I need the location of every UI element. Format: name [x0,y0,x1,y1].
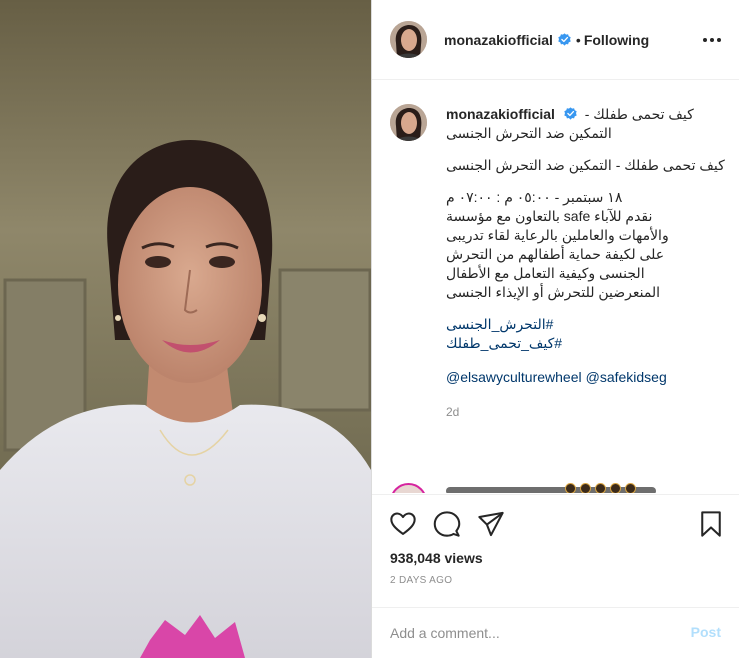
bookmark-icon[interactable] [697,510,725,538]
emoji-icon [565,483,576,493]
hashtags: #التحرش_الجنسى #كيف_تحمى_طفلك [446,315,725,353]
verified-badge-icon [564,107,577,120]
caption-first-line: monazakiofficial كيف تحمى طفلك - [446,104,725,124]
caption-avatar[interactable] [390,104,427,141]
emoji-icon [580,483,591,493]
action-icon-row [389,510,505,538]
avatar-image [390,21,427,58]
more-dot [717,38,721,42]
post-actions: 938,048 views 2 DAYS AGO Post [372,494,739,658]
emoji-icon [595,483,606,493]
instagram-post-modal: monazakiofficial • Following monazakioff… [0,0,739,658]
comment-preview [390,483,720,493]
emoji-icon [625,483,636,493]
caption-body: monazakiofficial كيف تحمى طفلك - التمكين… [446,104,725,419]
post-comment-button[interactable]: Post [691,624,721,640]
post-video[interactable] [0,0,371,658]
verified-badge-icon [558,33,571,46]
comment-input[interactable] [390,623,670,643]
caption-line: على لكيفة حماية أطفالهم من التحرش [446,246,665,262]
post-details-panel: monazakiofficial • Following monazakioff… [371,0,739,658]
caption-username[interactable]: monazakiofficial [446,106,555,122]
caption-title: كيف تحمى طفلك - [584,106,694,122]
more-dot [703,38,707,42]
comment-avatar[interactable] [390,483,427,493]
following-button[interactable]: Following [584,32,649,48]
add-comment-bar: Post [372,607,739,659]
view-count[interactable]: 938,048 views [390,550,483,566]
caption-line: المنعرضين للتحرش أو الإيذاء الجنسى [446,284,661,300]
mentions: @elsawyculturewheel @safekidseg [446,369,725,385]
caption-paragraph-2: ١٨ سبتمبر - ٠٥:٠٠ م : ٠٧:٠٠ م نقدم للآبا… [446,188,725,302]
more-dot [710,38,714,42]
header-username[interactable]: monazakiofficial [444,32,553,48]
hashtag-link[interactable]: #كيف_تحمى_طفلك [446,334,725,353]
caption-line: ١٨ سبتمبر - ٠٥:٠٠ م : ٠٧:٠٠ م [446,189,623,205]
caption-paragraph-1: كيف تحمى طفلك - التمكين ضد التحرش الجنسى [446,157,725,173]
comment-icon[interactable] [433,510,461,538]
mention-link[interactable]: @safekidseg [586,369,667,385]
emoji-icon [610,483,621,493]
heart-icon[interactable] [389,510,417,538]
share-icon[interactable] [477,510,505,538]
caption-title-line2: التمكين ضد التحرش الجنسى [446,125,612,141]
emoji-row [565,483,636,493]
video-frame-illustration [0,0,371,658]
caption-line: والأمهات والعاملين بالرعاية لقاء تدريبى [446,227,669,243]
more-options-icon[interactable] [703,31,721,49]
caption-timestamp: 2d [446,405,460,419]
header-separator: • [575,31,581,48]
avatar-image [390,104,427,141]
avatar[interactable] [390,21,427,58]
post-header: monazakiofficial • Following [372,0,739,80]
mention-link[interactable]: @elsawyculturewheel [446,369,582,385]
caption-line: نقدم للآباء safe بالتعاون مع مؤسسة [446,208,653,224]
caption-line: الجنسى وكيفية التعامل مع الأطفال [446,265,645,281]
hashtag-link[interactable]: #التحرش_الجنسى [446,315,725,334]
post-date[interactable]: 2 DAYS AGO [390,575,452,586]
comments-section: monazakiofficial كيف تحمى طفلك - التمكين… [372,81,739,493]
